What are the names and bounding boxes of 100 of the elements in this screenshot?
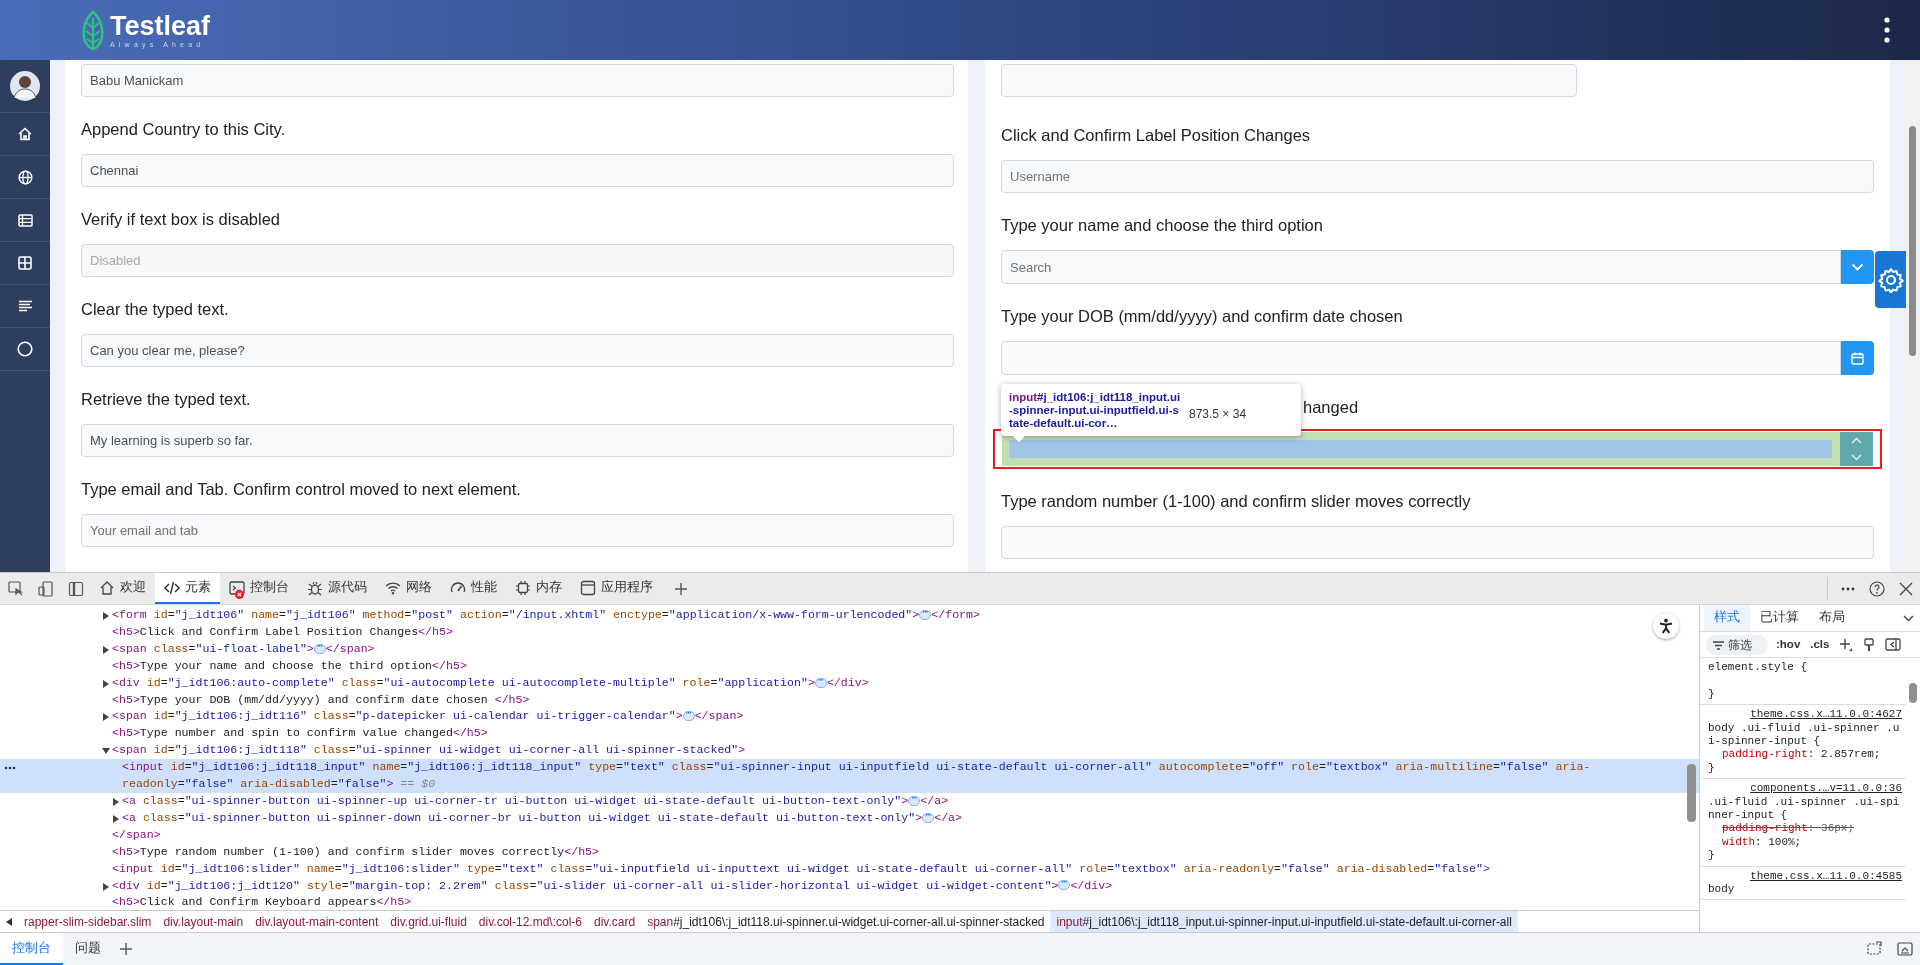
- sidebar-toggle-icon[interactable]: [1885, 638, 1902, 651]
- expand-triangle-icon[interactable]: [102, 713, 110, 722]
- brush-icon[interactable]: [1863, 637, 1876, 652]
- field-label: Type email and Tab. Confirm control moved to next element.: [81, 479, 522, 500]
- settings-button[interactable]: [1875, 251, 1906, 308]
- devtools-tab[interactable]: 控制台: [220, 573, 298, 604]
- toggle-button[interactable]: :hov: [1774, 635, 1803, 654]
- styles-tab[interactable]: 布局: [1809, 605, 1855, 631]
- text-field[interactable]: Username: [1001, 160, 1874, 193]
- align-left-icon[interactable]: [17, 300, 33, 312]
- expand-drawer-icon[interactable]: [1897, 941, 1913, 957]
- html-code-line[interactable]: <h5>Type random number (1-100) and confirm slider moves correctly</h5>: [112, 843, 600, 861]
- inspect-icon[interactable]: [8, 580, 24, 597]
- plus-icon[interactable]: [119, 942, 133, 956]
- css-declaration[interactable]: padding-right: 36px;: [1708, 822, 1902, 836]
- breadcrumb-item[interactable]: div.grid.ui-fluid: [384, 911, 473, 932]
- breadcrumb-item[interactable]: div.layout-main-content: [249, 911, 385, 932]
- breadcrumb-item[interactable]: input#j_idt106\:j_idt118_input.ui-spinner-input.ui-inputfield.ui-state-default.ui-corner-all: [1050, 911, 1518, 932]
- dropdown-button[interactable]: [1841, 250, 1874, 284]
- html-code-line[interactable]: <span class="ui-float-label">⋯</span>: [112, 640, 375, 658]
- help-icon[interactable]: [1869, 580, 1885, 597]
- css-declaration[interactable]: padding-right: 2.857rem;: [1708, 748, 1902, 762]
- html-code-line[interactable]: <div id="j_idt106:auto-complete" class="ui-autocomplete ui-autocomplete-multiple" role="application">⋯</div>: [112, 674, 869, 692]
- html-code-line[interactable]: <span id="j_idt106:j_idt116" class="p-datepicker ui-calendar ui-trigger-calendar">⋯</span>: [112, 708, 744, 726]
- devtools-tab[interactable]: 源代码: [298, 573, 376, 604]
- field-label: Retrieve the typed text.: [81, 389, 252, 410]
- settings-icon: [1877, 266, 1904, 293]
- source-link[interactable]: components.…v=11.0.0:36: [1750, 782, 1902, 796]
- text-field[interactable]: Your email and tab: [81, 514, 954, 547]
- html-code-line[interactable]: <h5>Type your DOB (mm/dd/yyyy) and confirm date chosen </h5>: [112, 691, 530, 709]
- chevron-down-icon[interactable]: [1903, 614, 1914, 622]
- expand-triangle-icon[interactable]: [102, 882, 110, 891]
- breadcrumb-item[interactable]: rapper-slim-sidebar.slim: [18, 911, 158, 932]
- html-code-line[interactable]: <input id="j_idt106:j_idt118_input" name="j_idt106:j_idt118_input" type="text" class="ui-spinner-input ui-inputfield ui-state-default ui-corner-all" autocomplete="off" role="textbox" aria-multiline="false" aria-readonly="false" aria-disabled="false"> == $0: [122, 759, 1685, 793]
- more-icon[interactable]: [4, 766, 16, 771]
- html-code-line[interactable]: <form id="j_idt106" name="j_idt106" method="post" action="/input.xhtml" enctype="application/x-www-form-urlencoded">⋯</form>: [112, 607, 980, 624]
- css-declaration[interactable]: width: 100%;: [1708, 835, 1902, 850]
- drawer-tab[interactable]: 控制台: [0, 933, 63, 965]
- html-code-line[interactable]: <div id="j_idt106:j_idt120" style="margin-top: 2.2rem" class="ui-slider ui-corner-all ui-slider-horizontal ui-widget ui-widget-content">⋯</div>: [112, 877, 1113, 895]
- html-code-line[interactable]: <input id="j_idt106:slider" name="j_idt106:slider" type="text" class="ui-inputfield ui-inputtext ui-widget ui-state-default ui-corner-all" role="textbox" aria-readonly="false" aria-disabled="false">: [112, 860, 1490, 878]
- text-field[interactable]: Can you clear me, please?: [81, 334, 954, 367]
- text-field[interactable]: [1001, 64, 1578, 97]
- date-field[interactable]: [1001, 341, 1841, 375]
- filter-field[interactable]: 筛选: [1706, 634, 1768, 655]
- grid-icon[interactable]: [18, 256, 32, 270]
- menu-icon[interactable]: [1884, 17, 1890, 43]
- toggle-button[interactable]: .cls: [1808, 635, 1832, 654]
- html-code-line[interactable]: <h5>Type number and spin to confirm value changed</h5>: [112, 725, 488, 743]
- html-code-line[interactable]: <span id="j_idt106:j_idt118" class="ui-spinner ui-widget ui-corner-all ui-spinner-stacked">: [112, 742, 746, 760]
- device-icon[interactable]: [38, 580, 54, 597]
- source-link[interactable]: theme.css.x…11.0.0:4627: [1750, 708, 1902, 722]
- breadcrumb-item[interactable]: div.col-12.md\:col-6: [472, 911, 588, 932]
- avatar-icon[interactable]: [10, 71, 40, 101]
- search-field[interactable]: Search: [1001, 250, 1841, 284]
- number-field[interactable]: [1002, 432, 1840, 466]
- accessibility-button[interactable]: [1653, 613, 1679, 639]
- scrollbar[interactable]: [1905, 60, 1920, 572]
- list-icon[interactable]: [17, 213, 33, 227]
- collapse-triangle-icon[interactable]: [102, 747, 110, 756]
- expand-triangle-icon[interactable]: [102, 679, 110, 688]
- devtools-tab[interactable]: 欢迎: [90, 573, 155, 604]
- text-field[interactable]: [1001, 526, 1874, 559]
- drawer-tab[interactable]: 问题: [63, 933, 113, 965]
- html-code-line[interactable]: <h5>Type your name and choose the third option</h5>: [112, 657, 467, 675]
- expand-triangle-icon[interactable]: [112, 814, 120, 823]
- devtools-tab[interactable]: 应用程序: [571, 573, 662, 604]
- globe-icon[interactable]: [17, 169, 33, 185]
- html-code-line[interactable]: <a class="ui-spinner-button ui-spinner-down ui-corner-br ui-button ui-widget ui-state-default ui-button-text-only">⋯</a>: [122, 809, 963, 827]
- text-field[interactable]: Chennai: [81, 154, 954, 187]
- dock-icon[interactable]: [1867, 941, 1883, 957]
- styles-tab[interactable]: 已计算: [1750, 605, 1809, 631]
- source-link[interactable]: theme.css.x…11.0.0:4585: [1750, 869, 1902, 884]
- breadcrumb-item[interactable]: span#j_idt106\:j_idt118.ui-spinner.ui-widget.ui-corner-all.ui-spinner-stacked: [641, 911, 1051, 932]
- scroll-left-icon[interactable]: [6, 917, 12, 926]
- text-field[interactable]: Babu Manickam: [81, 64, 954, 97]
- devtools-tab[interactable]: 内存: [506, 573, 571, 604]
- close-icon[interactable]: [1899, 581, 1913, 596]
- breadcrumb-item[interactable]: div.layout-main: [157, 911, 250, 932]
- panel-icon[interactable]: [68, 580, 84, 597]
- field-label: Click and Confirm Label Position Changes: [1001, 125, 1312, 146]
- devtools-tab[interactable]: 网络: [376, 573, 441, 604]
- plus-icon[interactable]: [674, 581, 688, 596]
- html-code-line[interactable]: </span>: [112, 826, 161, 844]
- expand-triangle-icon[interactable]: [102, 645, 110, 654]
- html-code-line[interactable]: <a class="ui-spinner-button ui-spinner-up ui-corner-tr ui-button ui-widget ui-state-default ui-button-text-only">⋯</a>: [122, 792, 949, 810]
- text-field[interactable]: My learning is superb so far.: [81, 424, 954, 457]
- home-icon[interactable]: [18, 127, 32, 141]
- breadcrumb-item[interactable]: div.card: [588, 911, 642, 932]
- html-code-line[interactable]: <h5>Click and Confirm Label Position Changes</h5>: [112, 623, 453, 641]
- devtools-tab[interactable]: 性能: [441, 573, 506, 604]
- expand-triangle-icon[interactable]: [102, 612, 110, 620]
- circle-icon[interactable]: [17, 341, 33, 357]
- styles-tab[interactable]: 样式: [1704, 605, 1750, 631]
- plus-icon[interactable]: [1839, 637, 1854, 652]
- more-icon[interactable]: [1841, 586, 1855, 591]
- calendar-button[interactable]: [1841, 341, 1874, 375]
- devtools-tab[interactable]: 元素: [155, 573, 220, 604]
- expand-triangle-icon[interactable]: [112, 797, 120, 806]
- html-code-line[interactable]: <h5>Click and Confirm Keyboard appears</h5>: [112, 894, 412, 910]
- css-brace: }: [1708, 849, 1716, 863]
